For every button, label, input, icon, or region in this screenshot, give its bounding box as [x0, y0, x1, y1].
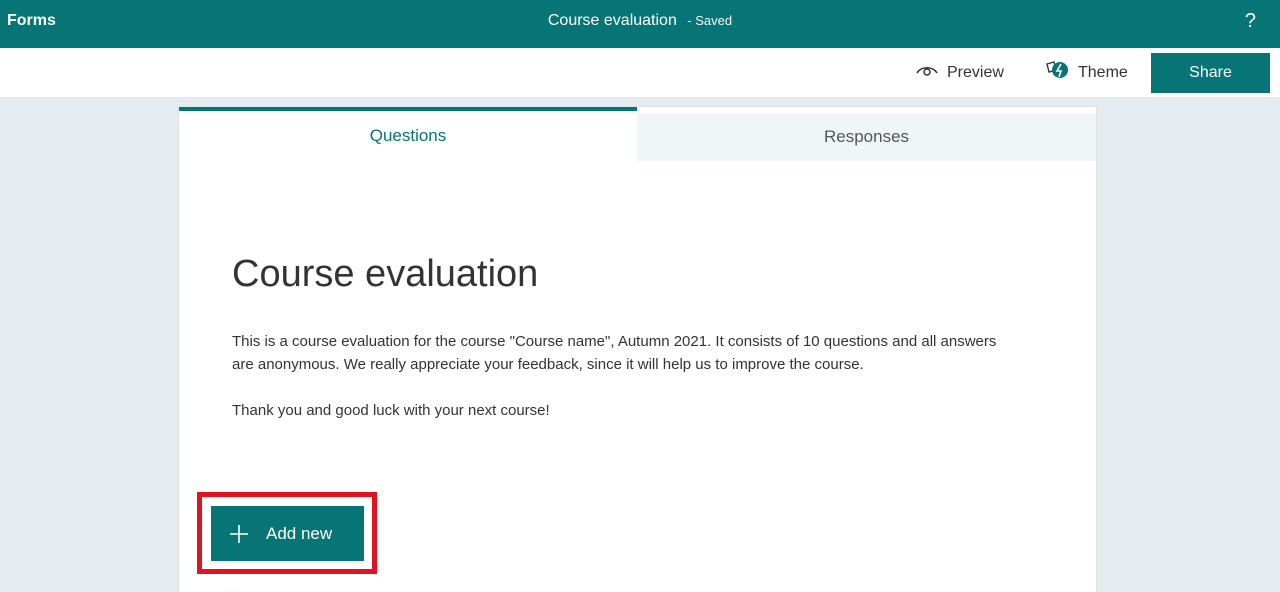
form-description-paragraph-1: This is a course evaluation for the cour…	[232, 333, 997, 373]
add-new-button[interactable]: Add new	[211, 506, 364, 561]
plus-icon	[230, 524, 248, 543]
document-title-bar: Course evaluation - Saved	[0, 12, 1280, 30]
preview-button[interactable]: Preview	[916, 61, 1004, 85]
save-status: - Saved	[687, 13, 733, 28]
form-title[interactable]: Course evaluation	[232, 253, 538, 296]
form-card: Questions Responses Course evaluation Th…	[179, 107, 1096, 592]
help-button[interactable]: ?	[1245, 10, 1256, 33]
tab-questions[interactable]: Questions	[179, 107, 637, 161]
toolbar: Preview Theme Share	[0, 48, 1280, 97]
tab-responses[interactable]: Responses	[637, 113, 1096, 161]
top-bar: Forms Course evaluation - Saved ?	[0, 0, 1280, 48]
preview-label: Preview	[947, 64, 1004, 81]
eye-icon	[916, 64, 947, 83]
share-button[interactable]: Share	[1151, 53, 1270, 93]
theme-button[interactable]: Theme	[1043, 60, 1128, 87]
theme-label: Theme	[1078, 64, 1128, 81]
add-new-label: Add new	[266, 523, 333, 543]
palette-icon	[1043, 60, 1078, 87]
form-description-paragraph-2: Thank you and good luck with your next c…	[232, 402, 550, 419]
form-description[interactable]: This is a course evaluation for the cour…	[232, 330, 1012, 445]
document-title[interactable]: Course evaluation	[548, 12, 677, 29]
